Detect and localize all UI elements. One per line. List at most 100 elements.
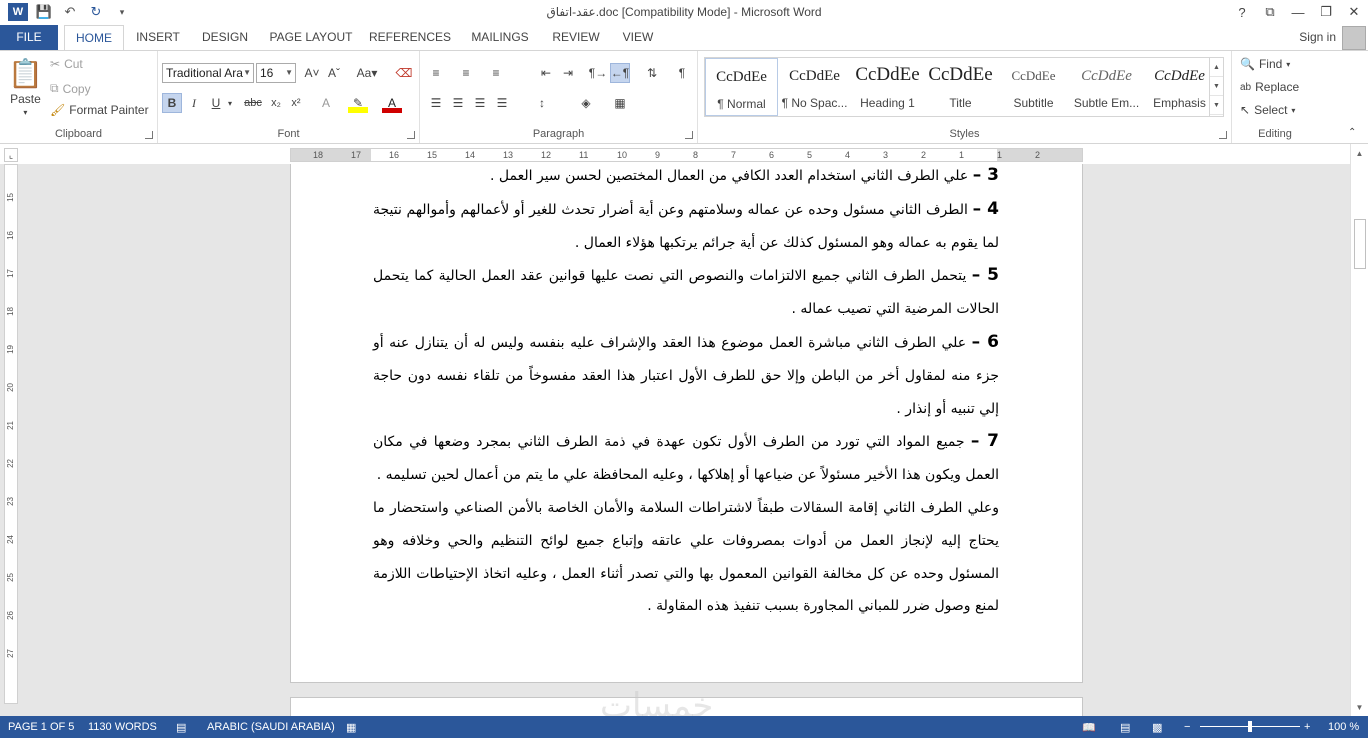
align-center-icon[interactable]: ☰ — [448, 93, 468, 113]
font-size-select[interactable]: 16 ▼ — [256, 63, 296, 83]
tab-page-layout[interactable]: PAGE LAYOUT — [264, 25, 358, 50]
paragraph[interactable]: 7 – جميع المواد التي تورد من الطرف الأول… — [373, 425, 999, 492]
zoom-level[interactable]: 100 % — [1328, 721, 1359, 733]
find-button[interactable]: 🔍 Find ▾ — [1240, 57, 1290, 71]
horizontal-ruler[interactable]: 18 17 16 15 14 13 12 11 10 9 8 7 6 5 4 3 2 1 1 2 — [290, 148, 1083, 162]
dialog-launcher-icon[interactable] — [1219, 131, 1227, 139]
subscript-button[interactable]: x₂ — [266, 93, 286, 113]
ribbon-display-icon[interactable]: ⧉ — [1256, 0, 1284, 24]
sign-in-link[interactable]: Sign in — [1299, 30, 1336, 44]
borders-icon[interactable]: ▦ — [610, 93, 630, 113]
style-no-spacing[interactable]: CcDdEe ¶ No Spac... — [778, 58, 851, 116]
tab-insert[interactable]: INSERT — [130, 25, 186, 50]
restore-icon[interactable]: ❐ — [1312, 0, 1340, 24]
select-button[interactable]: ↖ Select ▾ — [1240, 103, 1295, 117]
format-painter-button[interactable]: 🖌 Format Painter — [50, 103, 149, 117]
line-spacing-icon[interactable]: ↕ — [532, 93, 552, 113]
font-color-icon[interactable]: A — [382, 93, 402, 113]
numbering-icon[interactable]: ≡ — [456, 63, 476, 83]
paragraph[interactable]: 6 – علي الطرف الثاني مباشرة العمل موضوع … — [373, 326, 999, 425]
paragraph[interactable]: 4 – الطرف الثاني مسئول وحده عن عماله وسل… — [373, 193, 999, 260]
avatar[interactable] — [1342, 26, 1366, 50]
tab-home[interactable]: HOME — [64, 25, 124, 51]
read-mode-icon[interactable]: 📖 — [1082, 721, 1096, 734]
increase-indent-icon[interactable]: ⇥ — [558, 63, 578, 83]
print-layout-icon[interactable]: ▤ — [1120, 721, 1130, 734]
rtl-direction-icon[interactable]: ←¶ — [610, 63, 630, 83]
highlight-icon[interactable]: ✎ — [348, 93, 368, 113]
grow-font-icon[interactable]: A˅ — [302, 63, 322, 83]
chevron-down-icon[interactable]: ▾ — [220, 93, 240, 113]
tab-file[interactable]: FILE — [0, 25, 58, 50]
close-icon[interactable]: ✕ — [1340, 0, 1368, 24]
scroll-thumb[interactable] — [1354, 219, 1366, 269]
chevron-up-icon[interactable]: ▲ — [1210, 58, 1223, 77]
style-subtle-emphasis[interactable]: CcDdEe Subtle Em... — [1070, 58, 1143, 116]
document-body[interactable]: 3 – علي الطرف الثاني استخدام العدد الكاف… — [373, 164, 999, 623]
word-count[interactable]: 1130 WORDS — [88, 721, 157, 733]
shading-icon[interactable]: ◈ — [576, 93, 596, 113]
language-indicator[interactable]: ARABIC (SAUDI ARABIA) — [207, 721, 335, 733]
paragraph[interactable]: وعلي الطرف الثاني إقامة السقالات طبقاً ل… — [373, 492, 999, 623]
chevron-down-icon[interactable]: ▼ — [1210, 77, 1223, 96]
multilevel-list-icon[interactable]: ≡ — [486, 63, 506, 83]
tab-review[interactable]: REVIEW — [546, 25, 606, 50]
tab-design[interactable]: DESIGN — [194, 25, 256, 50]
scroll-down-icon[interactable]: ▼ — [1351, 700, 1368, 716]
collapse-ribbon-icon[interactable]: ⌃ — [1348, 127, 1356, 138]
bold-button[interactable]: B — [162, 93, 182, 113]
justify-icon[interactable]: ☰ — [492, 93, 512, 113]
decrease-indent-icon[interactable]: ⇤ — [536, 63, 556, 83]
vertical-scrollbar[interactable]: ▲ ▼ — [1350, 144, 1368, 716]
ltr-direction-icon[interactable]: ¶→ — [588, 63, 608, 83]
dialog-launcher-icon[interactable] — [145, 131, 153, 139]
dialog-launcher-icon[interactable] — [685, 131, 693, 139]
ruler-tick: 19 — [6, 345, 15, 354]
tab-selector-icon[interactable]: ⌞ — [4, 148, 18, 162]
align-left-icon[interactable]: ☰ — [426, 93, 446, 113]
proofing-icon[interactable]: ▤ — [176, 721, 186, 734]
style-heading-1[interactable]: CcDdEe Heading 1 — [851, 58, 924, 116]
help-icon[interactable]: ? — [1228, 0, 1256, 24]
zoom-out-icon[interactable]: − — [1184, 721, 1190, 733]
tab-mailings[interactable]: MAILINGS — [462, 25, 538, 50]
bullets-icon[interactable]: ≡ — [426, 63, 446, 83]
ruler-tick: 10 — [617, 150, 628, 160]
show-marks-icon[interactable]: ¶ — [672, 63, 692, 83]
web-layout-icon[interactable]: ▩ — [1152, 721, 1162, 734]
style-emphasis[interactable]: CcDdEe Emphasis — [1143, 58, 1216, 116]
replace-button[interactable]: ab Replace — [1240, 80, 1299, 94]
copy-button[interactable]: ⧉ Copy — [50, 81, 91, 96]
clear-formatting-icon[interactable]: ⌫ — [394, 63, 414, 83]
tab-view[interactable]: VIEW — [614, 25, 662, 50]
ruler-tick: 17 — [351, 150, 362, 160]
font-family-select[interactable]: Traditional Ara ▼ — [162, 63, 254, 83]
dialog-launcher-icon[interactable] — [407, 131, 415, 139]
more-styles-icon[interactable]: ▼ — [1210, 96, 1223, 115]
macro-icon[interactable]: ▦ — [346, 721, 356, 734]
style-subtitle[interactable]: CcDdEe Subtitle — [997, 58, 1070, 116]
style-normal[interactable]: CcDdEe ¶ Normal — [705, 58, 778, 116]
paragraph[interactable]: 3 – علي الطرف الثاني استخدام العدد الكاف… — [373, 164, 999, 193]
scroll-up-icon[interactable]: ▲ — [1351, 146, 1368, 162]
paragraph[interactable]: 5 – يتحمل الطرف الثاني جميع الالتزامات و… — [373, 259, 999, 326]
page-count[interactable]: PAGE 1 OF 5 — [8, 721, 74, 733]
text-effects-icon[interactable]: A — [316, 93, 336, 113]
shrink-font-icon[interactable]: Aˇ — [324, 63, 344, 83]
zoom-slider-thumb[interactable] — [1248, 721, 1252, 732]
style-title[interactable]: CcDdEe Title — [924, 58, 997, 116]
strikethrough-button[interactable]: abc — [240, 93, 266, 113]
change-case-icon[interactable]: Aa▾ — [352, 63, 382, 83]
sort-icon[interactable]: ⇅ — [642, 63, 662, 83]
italic-button[interactable]: I — [184, 93, 204, 113]
paste-button[interactable]: 📋 Paste ▾ — [8, 57, 43, 117]
ruler-tick: 15 — [427, 150, 438, 160]
align-right-icon[interactable]: ☰ — [470, 93, 490, 113]
vertical-ruler[interactable]: 15 16 17 18 19 20 21 22 23 24 25 26 27 — [4, 164, 18, 704]
minimize-icon[interactable]: — — [1284, 0, 1312, 24]
tab-references[interactable]: REFERENCES — [366, 25, 454, 50]
zoom-in-icon[interactable]: + — [1304, 721, 1310, 733]
styles-scroll[interactable]: ▲ ▼ ▼ — [1209, 58, 1223, 116]
cut-button[interactable]: ✂ Cut — [50, 57, 83, 71]
superscript-button[interactable]: x² — [286, 93, 306, 113]
